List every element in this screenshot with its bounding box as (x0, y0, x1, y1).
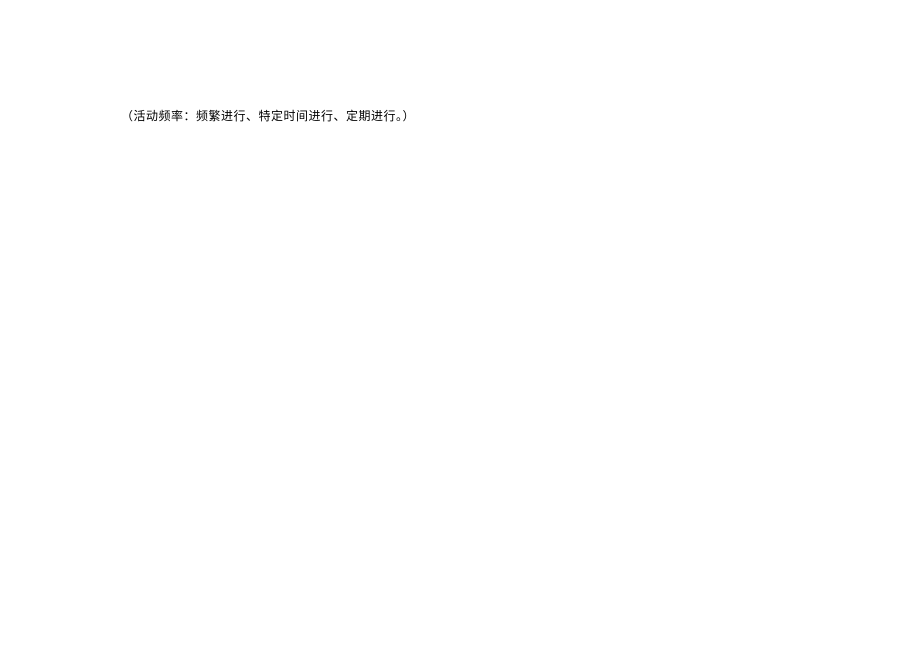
body-text-line: （活动频率：频繁进行、特定时间进行、定期进行。） (121, 107, 415, 124)
document-page: （活动频率：频繁进行、特定时间进行、定期进行。） (0, 0, 920, 651)
